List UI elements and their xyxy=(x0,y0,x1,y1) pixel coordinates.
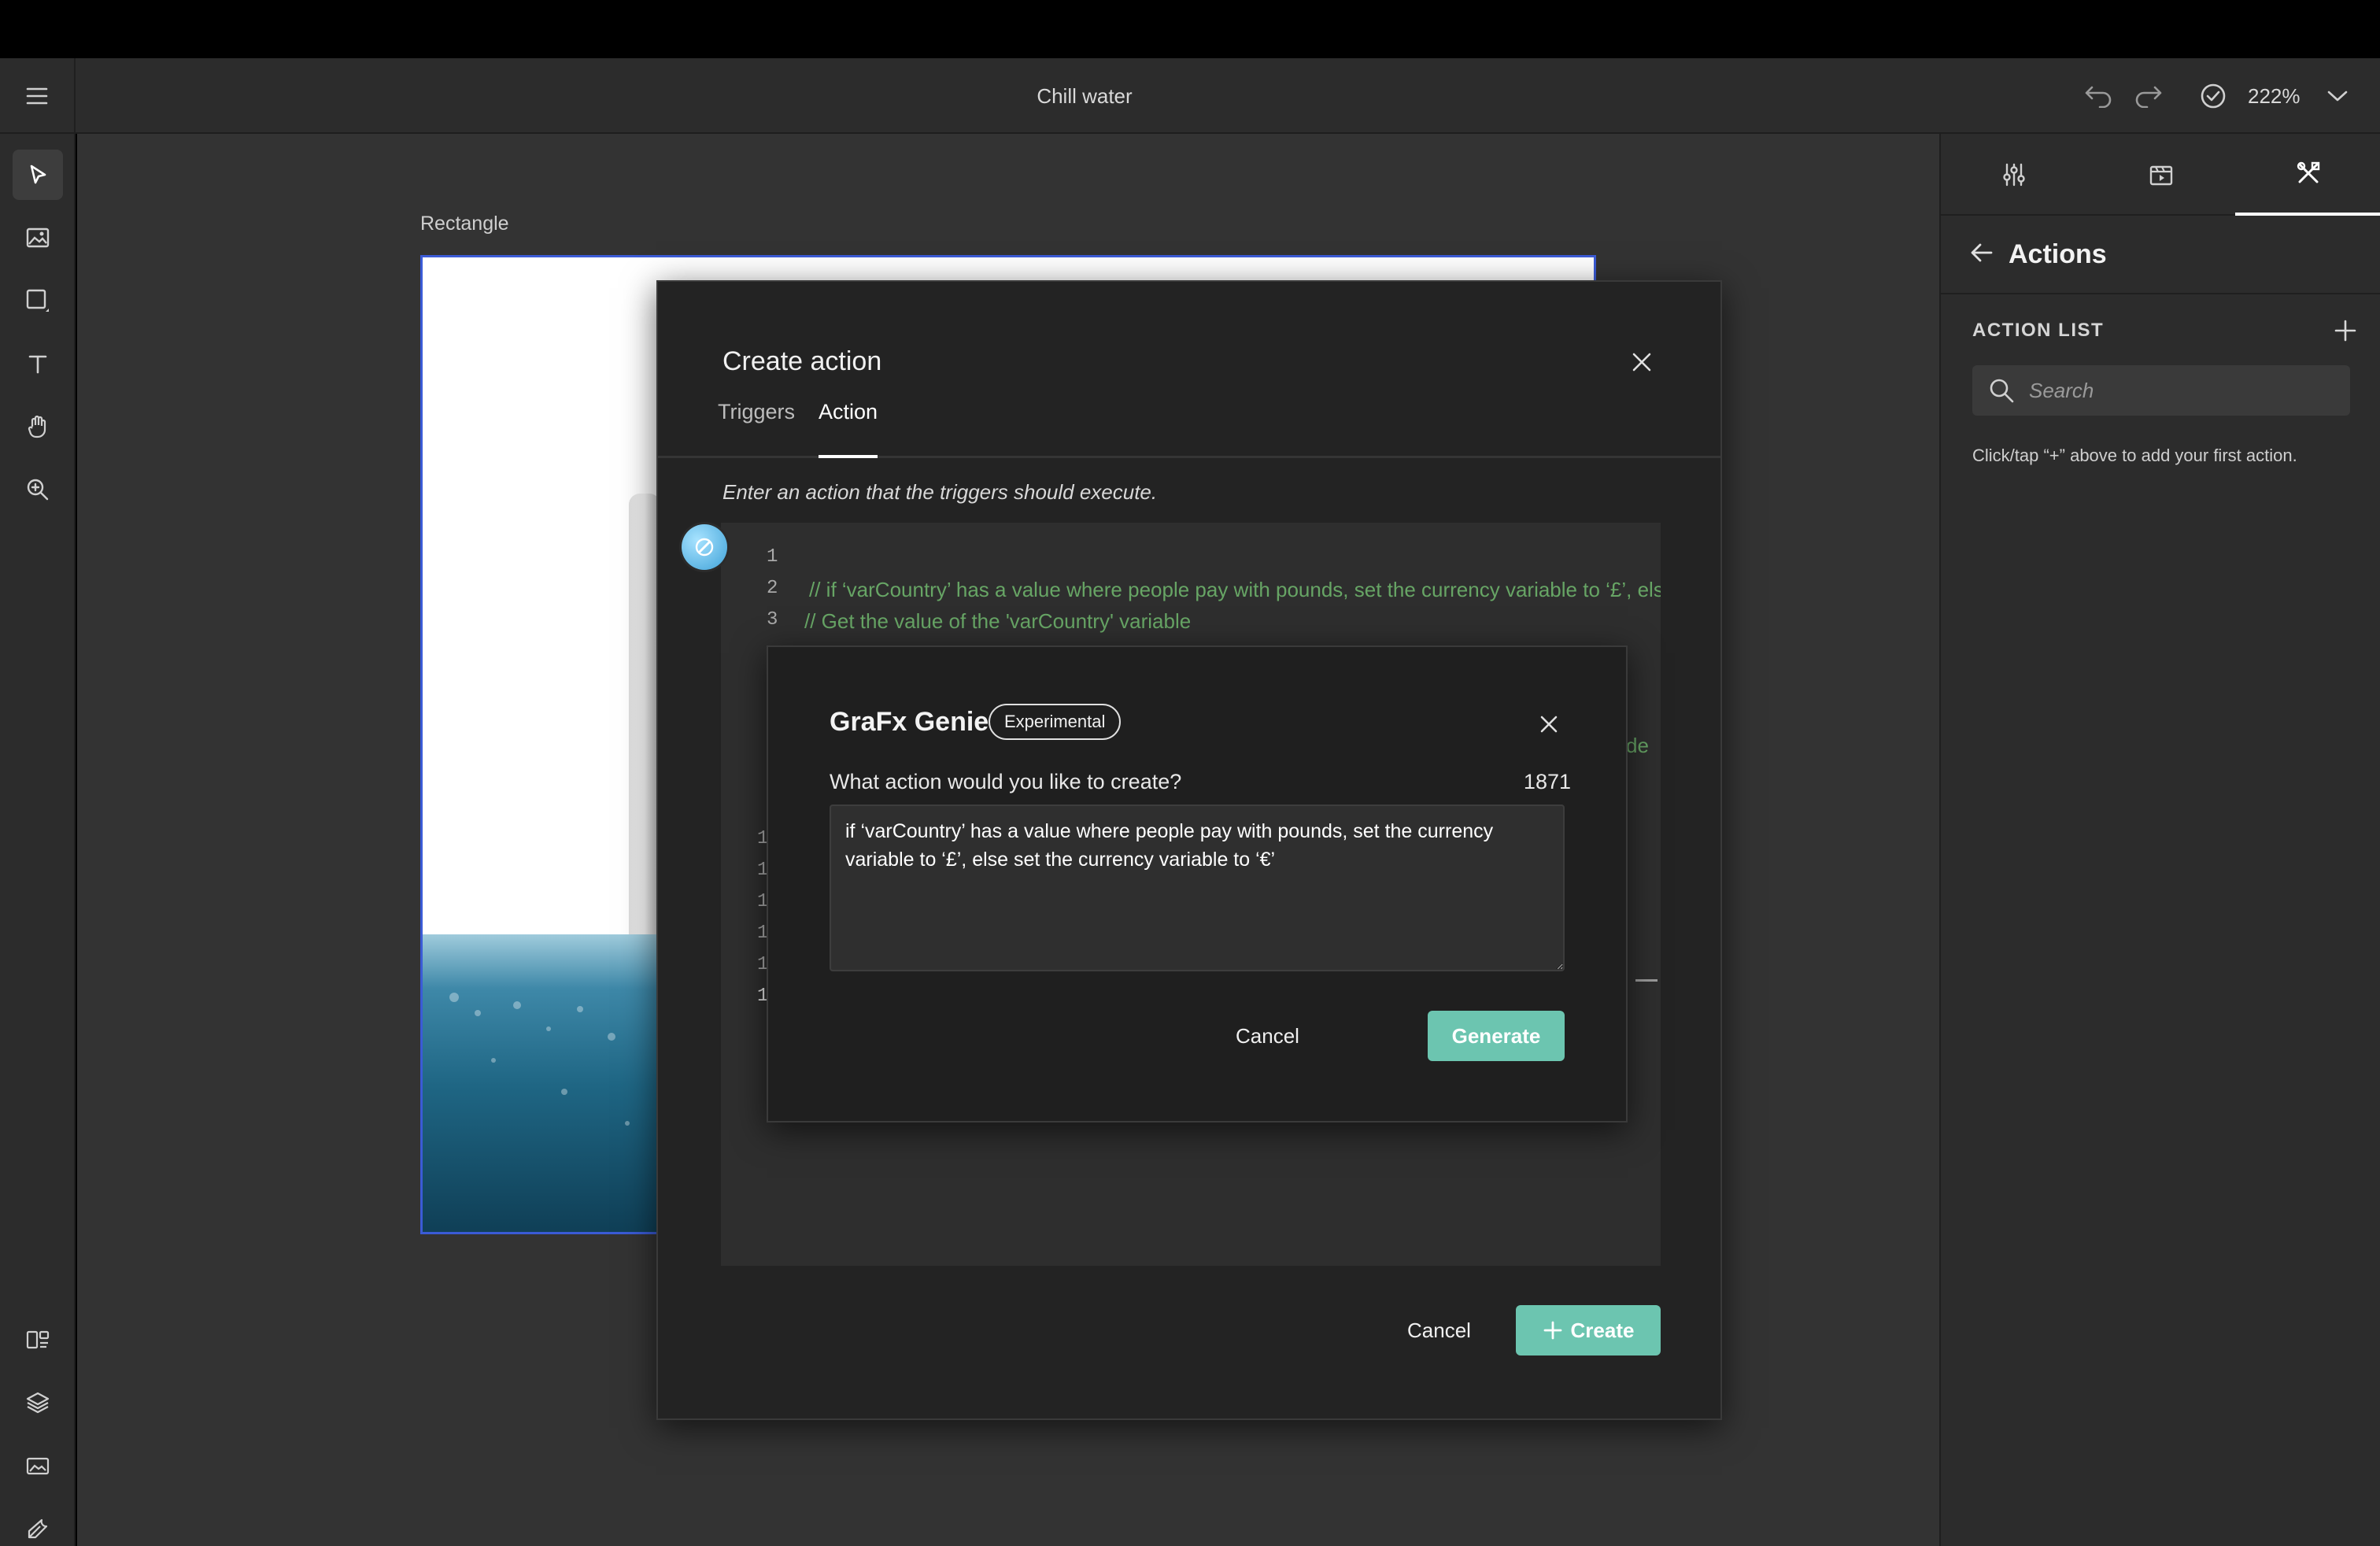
code-line: // if ‘varCountry’ has a value where peo… xyxy=(809,578,1661,601)
search-icon xyxy=(1990,379,2014,403)
action-description: Enter an action that the triggers should… xyxy=(722,480,1158,504)
editor-scroll-marker xyxy=(1635,979,1658,982)
undo-icon xyxy=(2085,86,2112,108)
line-number: 3 xyxy=(767,609,778,631)
empty-actions-hint: Click/tap “+” above to add your first ac… xyxy=(1972,446,2297,465)
sliders-icon xyxy=(2003,163,2025,187)
zoom-tool[interactable] xyxy=(13,464,63,515)
line-number: 1 xyxy=(767,546,778,568)
action-list-heading: ACTION LIST xyxy=(1972,320,2105,341)
layers-icon xyxy=(26,1392,50,1414)
action-search-input[interactable] xyxy=(2029,378,2328,403)
action-search-box[interactable] xyxy=(1972,365,2350,416)
panel-header: Actions xyxy=(1941,216,2380,294)
pointer-icon xyxy=(30,165,46,184)
layers-panel-button[interactable] xyxy=(13,1378,63,1428)
arrow-left-icon xyxy=(1971,243,1993,261)
genie-prompt-label: What action would you like to create? xyxy=(830,770,1182,793)
cancel-button[interactable]: Cancel xyxy=(1398,1305,1480,1356)
tab-animation[interactable] xyxy=(2088,134,2234,216)
tab-triggers[interactable]: Triggers xyxy=(718,392,795,458)
media-panel-button[interactable] xyxy=(13,1441,63,1491)
genie-cancel-button[interactable]: Cancel xyxy=(1223,1011,1312,1061)
saved-status-button[interactable] xyxy=(2194,77,2232,115)
check-circle-icon xyxy=(2201,83,2226,109)
generate-button[interactable]: Generate xyxy=(1428,1011,1565,1061)
tab-action[interactable]: Action xyxy=(819,392,878,458)
tab-actions[interactable] xyxy=(2235,134,2380,216)
document-title: Chill water xyxy=(1037,83,1133,108)
redo-icon xyxy=(2135,86,2162,108)
code-fragment: de xyxy=(1626,734,1649,757)
zoom-dropdown-button[interactable] xyxy=(2319,77,2356,115)
zoom-in-icon xyxy=(27,479,49,501)
zoom-level[interactable]: 222% xyxy=(2248,58,2301,134)
plus-icon xyxy=(2334,320,2356,342)
right-panel: Actions ACTION LIST Click/tap “+” above … xyxy=(1939,134,2380,1546)
add-action-button[interactable] xyxy=(2326,312,2364,350)
undo-button[interactable] xyxy=(2079,77,2117,115)
experimental-badge: Experimental xyxy=(989,704,1122,740)
tab-properties[interactable] xyxy=(1941,134,2087,216)
modal-title: Create action xyxy=(722,346,882,376)
clapperboard-icon xyxy=(2149,165,2173,186)
tools-cross-icon xyxy=(2297,161,2320,183)
plus-icon xyxy=(1543,1321,1561,1340)
select-tool[interactable] xyxy=(13,150,63,200)
genie-title: GraFx Genie xyxy=(830,707,989,737)
modal-tab-bar: Triggers Action xyxy=(658,392,1720,458)
character-count: 1871 xyxy=(1523,770,1571,793)
tools-panel-button[interactable] xyxy=(13,1503,63,1546)
create-button[interactable]: Create xyxy=(1516,1305,1661,1356)
genie-prompt-input[interactable]: if ‘varCountry’ has a value where people… xyxy=(830,804,1565,971)
shape-tool[interactable] xyxy=(13,276,63,326)
redo-button[interactable] xyxy=(2130,77,2168,115)
text-tool[interactable] xyxy=(13,338,63,389)
left-toolbar xyxy=(0,134,76,1546)
chevron-down-icon xyxy=(2327,91,2348,102)
close-icon xyxy=(1632,353,1651,372)
hand-tool[interactable] xyxy=(13,401,63,452)
hand-icon xyxy=(28,415,46,438)
panel-tab-bar xyxy=(1941,134,2380,216)
image-tool[interactable] xyxy=(13,213,63,263)
close-icon xyxy=(1540,716,1558,733)
system-top-bar xyxy=(0,0,2380,58)
app-header: Chill water 222% xyxy=(0,58,2380,134)
image-icon xyxy=(26,227,50,248)
rectangle-icon xyxy=(26,289,49,312)
line-number: 2 xyxy=(767,578,778,599)
layout-icon xyxy=(26,1330,50,1349)
frame-label: Rectangle xyxy=(420,213,509,235)
media-icon xyxy=(26,1457,50,1475)
create-button-label: Create xyxy=(1570,1318,1635,1342)
code-line: // Get the value of the 'varCountry' var… xyxy=(804,609,1192,633)
back-button[interactable] xyxy=(1969,242,1994,268)
genie-button[interactable] xyxy=(682,524,727,570)
modal-close-button[interactable] xyxy=(1621,342,1662,383)
tools-icon xyxy=(28,1518,48,1539)
grafx-genie-dialog: GraFx Genie Experimental What action wou… xyxy=(767,645,1628,1123)
panel-title: Actions xyxy=(2009,239,2107,269)
genie-icon xyxy=(695,538,714,557)
text-icon xyxy=(28,355,47,374)
genie-close-button[interactable] xyxy=(1528,704,1569,745)
layout-panel-button[interactable] xyxy=(13,1315,63,1365)
